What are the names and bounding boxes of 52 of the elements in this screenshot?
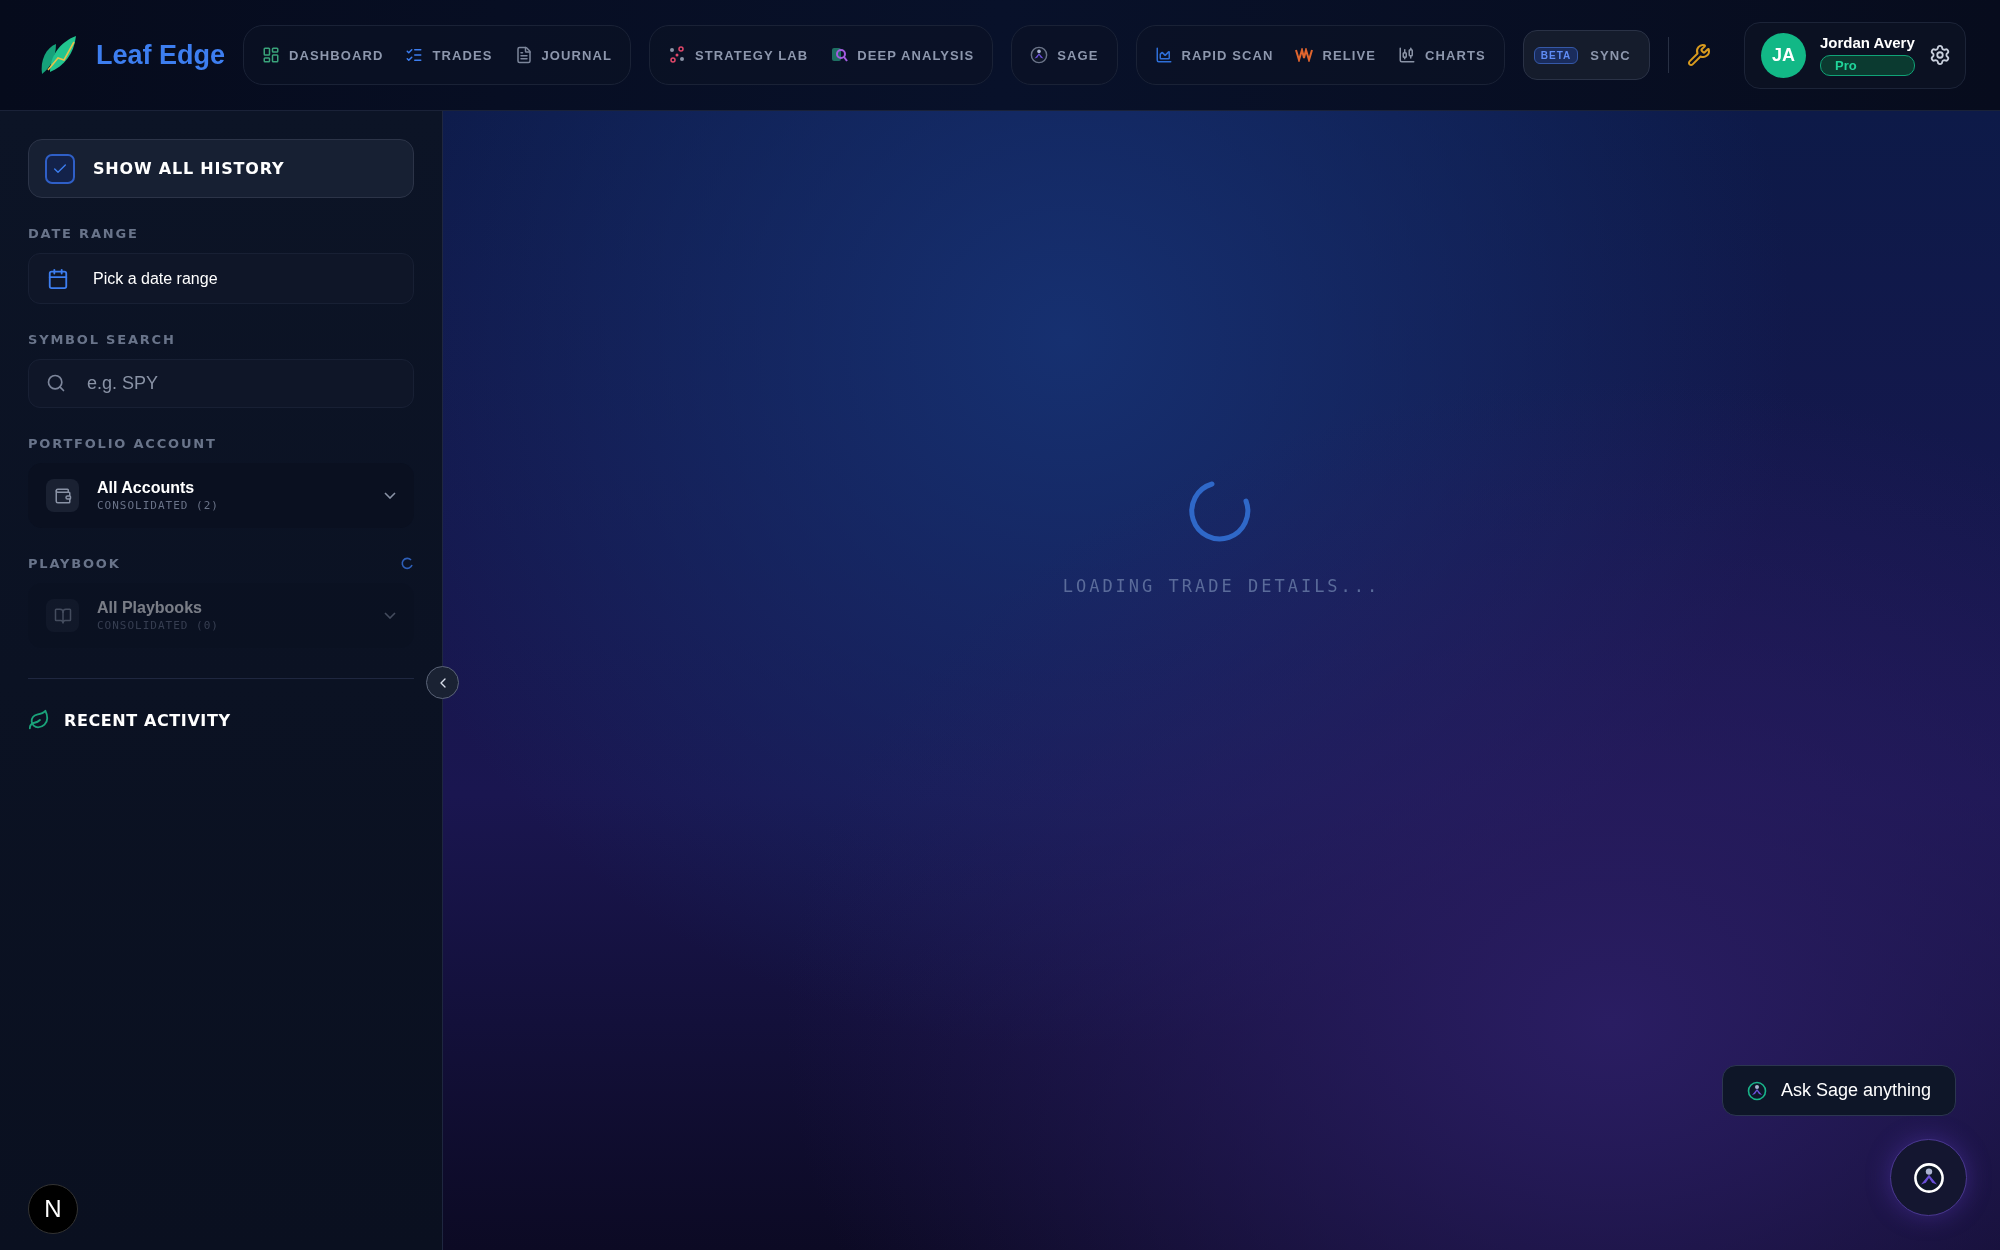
dots-icon: [668, 46, 687, 64]
wave-icon: [1295, 48, 1314, 62]
date-range-picker[interactable]: Pick a date range: [28, 253, 414, 304]
chevron-down-icon: [384, 612, 396, 619]
nav-link[interactable]: JOURNAL: [504, 38, 623, 72]
book-icon: [46, 599, 79, 632]
nav-link[interactable]: RELIVE: [1285, 39, 1387, 71]
wrench-icon[interactable]: [1686, 43, 1711, 67]
show-all-history-checkbox[interactable]: SHOW ALL HISTORY: [28, 139, 414, 198]
search-icon: [46, 373, 66, 393]
checkbox[interactable]: [45, 153, 75, 184]
section-label: SYMBOL SEARCH: [28, 332, 177, 347]
settings-icon[interactable]: [1929, 44, 1951, 66]
user-avatar: JA: [1761, 32, 1806, 78]
section-label: PORTFOLIO ACCOUNT: [28, 436, 217, 451]
checkbox-label: SHOW ALL HISTORY: [93, 159, 285, 178]
loading-text: LOADING TRADE DETAILS...: [1062, 576, 1381, 596]
document-icon: [514, 46, 533, 64]
nav-link[interactable]: DEEP ANALYSIS: [820, 38, 985, 72]
dropdown-value: All Playbooks: [97, 599, 203, 617]
section-title: RECENT ACTIVITY: [64, 710, 231, 730]
nav-link[interactable]: RAPID SCAN: [1144, 38, 1284, 72]
chart-icon: [1154, 46, 1173, 64]
candlestick-icon: [1398, 46, 1417, 64]
nav-link[interactable]: TRADES: [395, 38, 503, 72]
chevron-down-icon: [384, 492, 396, 499]
dashboard-icon: [262, 46, 281, 64]
user-name: Jordan Avery: [1820, 34, 1915, 51]
section-label: PLAYBOOK: [28, 556, 121, 571]
nav-link[interactable]: DASHBOARD: [252, 38, 394, 72]
sage-icon: [1746, 1080, 1767, 1101]
plan-badge: Pro: [1820, 55, 1915, 76]
sage-icon: [1912, 1161, 1945, 1194]
nav-link[interactable]: SAGE: [1020, 38, 1109, 72]
user-card[interactable]: JA Jordan Avery Pro: [1744, 21, 1966, 89]
leaf-icon: [28, 709, 50, 731]
wallet-icon: [46, 479, 79, 512]
dropdown-value: All Accounts: [97, 479, 196, 497]
ask-sage-button[interactable]: Ask Sage anything: [1721, 1065, 1956, 1116]
magnifier-icon: [830, 46, 849, 64]
checklist-icon: [405, 46, 424, 64]
calendar-icon: [47, 267, 69, 290]
sage-icon: [1030, 46, 1049, 64]
beta-badge: BETA: [1533, 46, 1579, 64]
section-label: DATE RANGE: [28, 226, 140, 241]
nav-link[interactable]: CHARTS: [1388, 38, 1496, 72]
dropdown-subtitle: CONSOLIDATED (2): [97, 499, 220, 512]
sync-button[interactable]: BETA SYNC: [1522, 30, 1650, 80]
search-field[interactable]: e.g. SPY: [28, 359, 414, 408]
brand-name: Leaf Edge: [96, 39, 226, 71]
dev-badge[interactable]: N: [28, 1184, 78, 1234]
nav-link[interactable]: STRATEGY LAB: [658, 38, 819, 72]
